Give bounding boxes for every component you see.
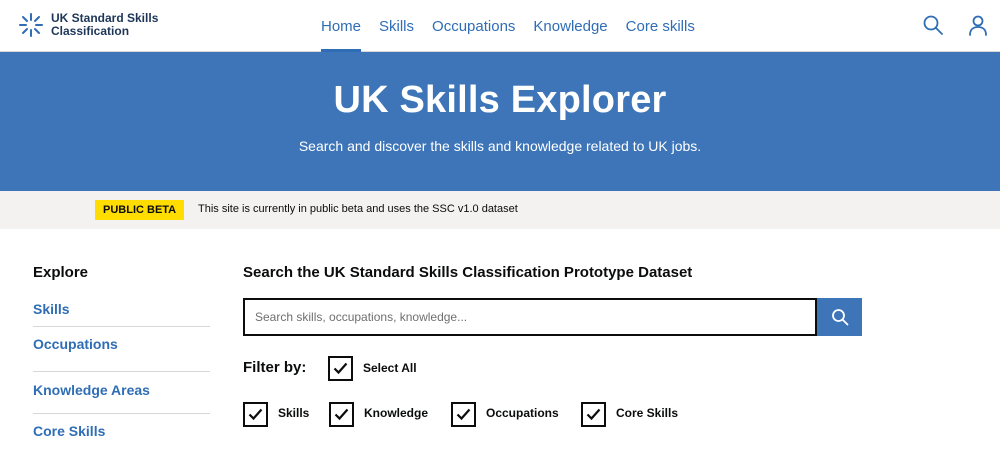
nav-core-skills[interactable]: Core skills (617, 0, 704, 52)
checkmark-icon (334, 408, 349, 421)
logo-text: UK Standard Skills Classification (51, 11, 159, 38)
search-button[interactable] (817, 298, 862, 336)
filter-label-skills[interactable]: Skills (278, 406, 309, 420)
filter-checkbox-core-skills[interactable] (581, 402, 606, 427)
hero-title: UK Skills Explorer (333, 79, 667, 121)
main-nav: Home Skills Occupations Knowledge Core s… (312, 0, 704, 53)
beta-text: This site is currently in public beta an… (198, 203, 518, 215)
sidebar-link-core-skills[interactable]: Core Skills (33, 423, 105, 439)
select-all-label[interactable]: Select All (363, 361, 417, 375)
search-icon[interactable] (922, 14, 944, 36)
sidebar-title: Explore (33, 264, 89, 281)
sidebar-link-occupations[interactable]: Occupations (33, 336, 118, 352)
filter-label: Filter by: (243, 359, 307, 376)
search-heading: Search the UK Standard Skills Classifica… (243, 264, 693, 281)
checkmark-icon (586, 408, 601, 421)
sidebar-divider (33, 326, 210, 327)
filter-checkbox-skills[interactable] (243, 402, 268, 427)
beta-tag: PUBLIC BETA (95, 200, 185, 220)
site-header: UK Standard Skills Classification Home S… (0, 0, 1000, 53)
filter-checkbox-knowledge[interactable] (329, 402, 354, 427)
filter-label-knowledge[interactable]: Knowledge (364, 406, 428, 420)
search-input[interactable] (243, 298, 817, 336)
filter-label-core-skills[interactable]: Core Skills (616, 406, 678, 420)
checkmark-icon (456, 408, 471, 421)
user-icon[interactable] (967, 14, 989, 36)
nav-skills[interactable]: Skills (370, 0, 423, 52)
nav-occupations[interactable]: Occupations (423, 0, 524, 52)
site-logo[interactable]: UK Standard Skills Classification (18, 12, 191, 38)
beta-banner: PUBLIC BETA This site is currently in pu… (0, 191, 1000, 229)
checkmark-icon (248, 408, 263, 421)
sidebar-link-knowledge-areas[interactable]: Knowledge Areas (33, 382, 150, 398)
sidebar-link-skills[interactable]: Skills (33, 301, 70, 317)
search-button-icon (831, 309, 848, 326)
filter-label-occupations[interactable]: Occupations (486, 406, 559, 420)
checkmark-icon (333, 362, 348, 375)
sidebar-divider (33, 371, 210, 372)
hero-banner: UK Skills Explorer Search and discover t… (0, 52, 1000, 191)
filter-checkbox-occupations[interactable] (451, 402, 476, 427)
select-all-checkbox[interactable] (328, 356, 353, 381)
nav-knowledge[interactable]: Knowledge (524, 0, 616, 52)
logo-burst-icon (19, 13, 43, 37)
sidebar-divider (33, 413, 210, 414)
hero-subtitle: Search and discover the skills and knowl… (298, 138, 702, 154)
nav-home[interactable]: Home (312, 0, 370, 53)
